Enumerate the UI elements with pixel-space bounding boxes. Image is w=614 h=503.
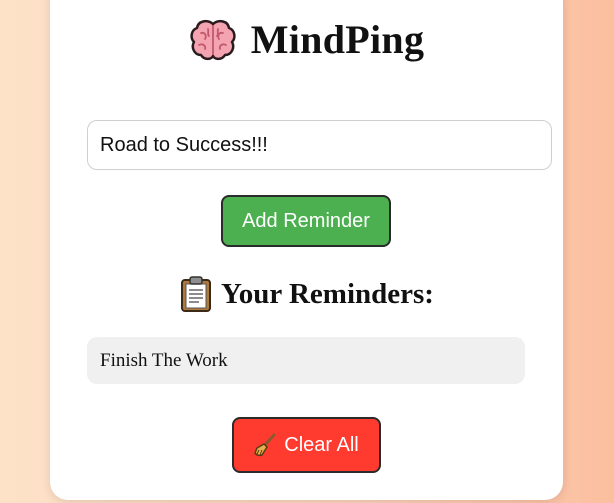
brain-icon xyxy=(189,18,237,62)
app-card: MindPing Add Reminder Your Reminders: Fi… xyxy=(50,0,563,500)
reminder-list: Finish The Work xyxy=(87,337,525,384)
clear-all-button[interactable]: Clear All xyxy=(232,417,381,473)
app-title: MindPing xyxy=(250,17,425,62)
broom-icon xyxy=(254,433,276,457)
reminder-input[interactable] xyxy=(87,120,552,170)
reminders-header: Your Reminders: xyxy=(50,276,563,312)
clipboard-icon xyxy=(179,276,213,312)
reminder-item[interactable]: Finish The Work xyxy=(87,337,525,384)
app-header: MindPing xyxy=(50,16,563,63)
clear-all-label: Clear All xyxy=(284,433,359,456)
add-reminder-button[interactable]: Add Reminder xyxy=(221,195,391,247)
reminders-heading: Your Reminders: xyxy=(221,277,434,310)
